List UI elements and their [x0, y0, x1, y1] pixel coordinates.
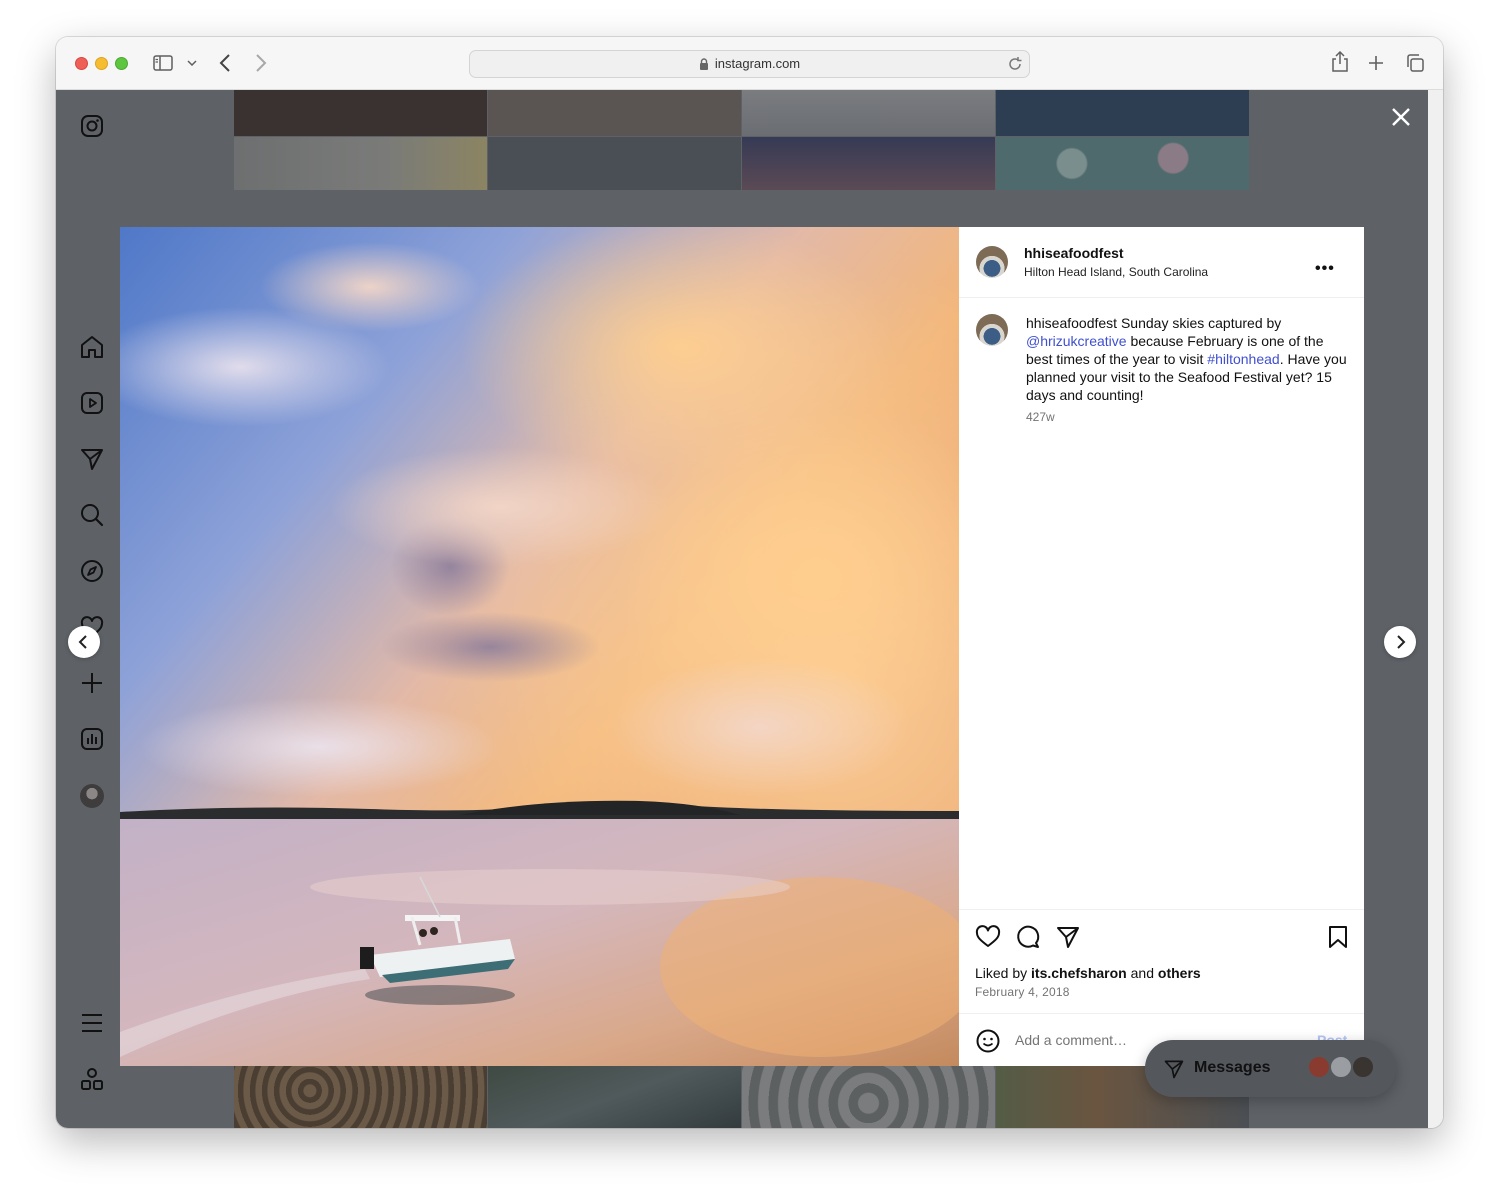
- home-icon[interactable]: [79, 334, 105, 360]
- chevron-left-icon: [78, 635, 87, 649]
- message-avatar: [1329, 1055, 1353, 1079]
- like-heart-icon[interactable]: [975, 924, 1001, 950]
- direct-icon[interactable]: [79, 446, 105, 472]
- grid-photo[interactable]: [742, 137, 995, 190]
- liked-by: Liked by its.chefsharon and others: [975, 965, 1201, 981]
- comment-icon[interactable]: [1015, 924, 1041, 950]
- previous-post-button[interactable]: [68, 626, 100, 658]
- sidebar-toggle-icon[interactable]: [153, 55, 173, 71]
- create-plus-icon[interactable]: [79, 670, 105, 696]
- caption-text: Sunday skies captured by: [1117, 315, 1282, 331]
- share-icon[interactable]: [1331, 51, 1349, 73]
- caption-author[interactable]: hhiseafoodfest: [1026, 315, 1117, 331]
- save-bookmark-icon[interactable]: [1325, 924, 1351, 950]
- sunset-photo: [120, 227, 959, 1066]
- caption-avatar[interactable]: [976, 314, 1008, 346]
- grid-photo[interactable]: [488, 90, 741, 136]
- post-caption: hhiseafoodfest Sunday skies captured by …: [1026, 314, 1348, 404]
- tab-overview-icon[interactable]: [1405, 53, 1425, 73]
- explore-icon[interactable]: [79, 558, 105, 584]
- chevron-down-icon[interactable]: [187, 60, 197, 66]
- grid-photo[interactable]: [742, 1066, 995, 1128]
- modal-overlay[interactable]: hhiseafoodfest Hilton Head Island, South…: [56, 90, 1428, 1128]
- author-avatar[interactable]: [976, 246, 1008, 278]
- reels-icon[interactable]: [79, 390, 105, 416]
- grid-photo[interactable]: [234, 90, 487, 136]
- new-tab-icon[interactable]: [1368, 55, 1384, 71]
- post-date[interactable]: February 4, 2018: [975, 985, 1070, 999]
- mention-link[interactable]: @hrizukcreative: [1026, 333, 1127, 349]
- url-text: instagram.com: [714, 56, 801, 71]
- grid-photo[interactable]: [996, 137, 1249, 190]
- search-icon[interactable]: [79, 502, 105, 528]
- instagram-logo-icon[interactable]: [79, 113, 105, 139]
- apps-icon[interactable]: [79, 1066, 105, 1092]
- share-send-icon[interactable]: [1055, 924, 1081, 950]
- liked-by-prefix: Liked by: [975, 965, 1032, 981]
- more-options-icon[interactable]: •••: [1315, 260, 1335, 278]
- hashtag-link[interactable]: #hiltonhead: [1207, 351, 1279, 367]
- sidebar: [56, 90, 128, 1128]
- grid-photo[interactable]: [742, 90, 995, 136]
- menu-icon[interactable]: [79, 1010, 105, 1036]
- close-icon[interactable]: [1390, 106, 1412, 128]
- post-header: hhiseafoodfest Hilton Head Island, South…: [959, 227, 1364, 298]
- forward-icon[interactable]: [255, 54, 267, 72]
- back-icon[interactable]: [219, 54, 231, 72]
- next-post-button[interactable]: [1384, 626, 1416, 658]
- post-age[interactable]: 427w: [1026, 410, 1055, 424]
- liked-by-user[interactable]: its.chefsharon: [1031, 965, 1127, 981]
- liked-by-and: and: [1126, 965, 1158, 981]
- address-bar[interactable]: instagram.com: [469, 50, 1030, 78]
- direct-message-icon: [1164, 1060, 1184, 1079]
- dashboard-icon[interactable]: [79, 726, 105, 752]
- grid-photo[interactable]: [234, 1066, 487, 1128]
- emoji-icon[interactable]: [975, 1028, 1001, 1054]
- post-details-panel: hhiseafoodfest Hilton Head Island, South…: [959, 227, 1364, 1066]
- chevron-right-icon: [1397, 635, 1406, 649]
- lock-icon: [699, 58, 708, 70]
- zoom-window-button[interactable]: [115, 57, 128, 70]
- message-avatar: [1307, 1055, 1331, 1079]
- messages-label: Messages: [1194, 1059, 1271, 1076]
- grid-photo[interactable]: [488, 137, 741, 190]
- browser-window: instagram.com hhiseafoodfest Hilton Head…: [56, 37, 1443, 1128]
- author-username[interactable]: hhiseafoodfest: [1024, 245, 1124, 261]
- browser-toolbar: instagram.com: [56, 37, 1443, 90]
- liked-by-others[interactable]: others: [1158, 965, 1201, 981]
- post-actions: Liked by its.chefsharon and others Febru…: [959, 909, 1364, 1013]
- close-window-button[interactable]: [75, 57, 88, 70]
- minimize-window-button[interactable]: [95, 57, 108, 70]
- grid-photo[interactable]: [234, 137, 487, 190]
- grid-photo[interactable]: [488, 1066, 741, 1128]
- page-scrollbar[interactable]: [1428, 90, 1443, 1128]
- messages-button[interactable]: Messages: [1145, 1040, 1396, 1097]
- profile-avatar[interactable]: [80, 784, 104, 808]
- grid-photo[interactable]: [996, 90, 1249, 136]
- message-avatar: [1351, 1055, 1375, 1079]
- reload-icon[interactable]: [1007, 56, 1023, 72]
- post-image[interactable]: [120, 227, 959, 1066]
- post-location[interactable]: Hilton Head Island, South Carolina: [1024, 265, 1208, 279]
